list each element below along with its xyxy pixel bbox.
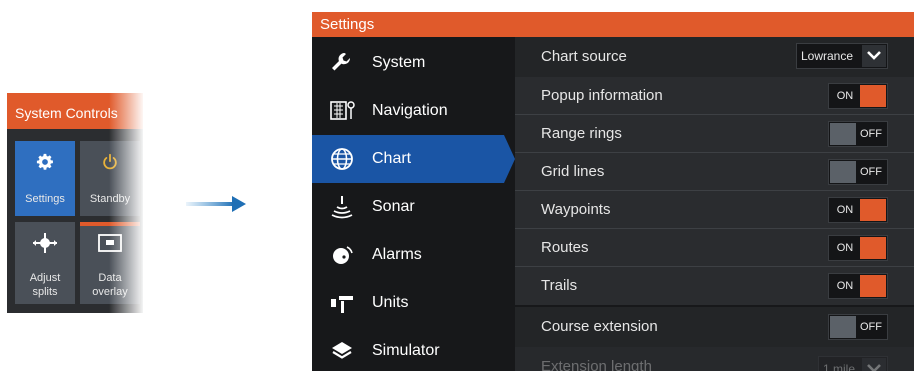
sidebar-label-system: System: [372, 54, 426, 71]
sidebar-label-navigation: Navigation: [372, 102, 448, 119]
adjust-splits-tile[interactable]: Adjust splits: [15, 222, 75, 304]
course-extension-row: Course extension OFF: [515, 305, 914, 347]
gear-icon: [36, 153, 53, 170]
sonar-icon: [331, 196, 353, 219]
popup-information-row: Popup information ON: [515, 77, 914, 115]
trails-toggle[interactable]: ON: [828, 273, 888, 299]
chart-source-dropdown[interactable]: Lowrance: [796, 43, 888, 69]
popup-information-toggle[interactable]: ON: [828, 83, 888, 109]
popup-information-label: Popup information: [541, 87, 663, 104]
toggle-knob: [830, 161, 856, 183]
extension-length-row: Extension length 1 mile: [515, 347, 914, 371]
settings-title: Settings: [312, 12, 914, 37]
globe-icon: [331, 148, 353, 170]
sidebar-item-chart[interactable]: Chart: [312, 135, 515, 183]
toggle-state-text: ON: [836, 90, 854, 102]
right-arrow-icon: [186, 196, 246, 212]
trails-label: Trails: [541, 277, 578, 294]
trails-row: Trails ON: [515, 267, 914, 305]
sidebar-item-alarms[interactable]: Alarms: [312, 231, 515, 279]
toggle-state-text: ON: [836, 280, 854, 292]
routes-label: Routes: [541, 239, 589, 256]
chart-source-label: Chart source: [541, 48, 627, 65]
grid-lines-toggle[interactable]: OFF: [828, 159, 888, 185]
extension-length-dropdown[interactable]: 1 mile: [818, 356, 888, 371]
sidebar-label-alarms: Alarms: [372, 246, 422, 263]
standby-tile[interactable]: Standby: [80, 141, 140, 216]
wrench-icon: [332, 53, 351, 71]
system-controls-title: System Controls: [7, 93, 143, 129]
toggle-knob: [830, 123, 856, 145]
adjust-splits-label-2: splits: [32, 286, 58, 298]
waypoints-toggle[interactable]: ON: [828, 197, 888, 223]
waypoints-row: Waypoints ON: [515, 191, 914, 229]
toggle-state-text: OFF: [860, 166, 882, 178]
settings-window: Settings System Navigation Chart Sonar A…: [312, 12, 914, 371]
chevron-down-icon: [862, 45, 886, 67]
adjust-splits-icon: [33, 233, 57, 253]
routes-row: Routes ON: [515, 229, 914, 267]
chevron-down-icon: [862, 358, 886, 371]
sidebar-item-navigation[interactable]: Navigation: [312, 87, 515, 135]
sidebar-label-simulator: Simulator: [372, 342, 440, 359]
navigation-icon: [330, 101, 355, 120]
toggle-state-text: OFF: [860, 321, 882, 333]
data-overlay-label-2: overlay: [92, 286, 128, 298]
sidebar-label-chart: Chart: [372, 150, 412, 167]
waypoints-label: Waypoints: [541, 201, 611, 218]
range-rings-label: Range rings: [541, 125, 622, 142]
units-icon: [331, 296, 353, 313]
chart-source-row: Chart source Lowrance: [515, 37, 914, 77]
toggle-state-text: ON: [836, 242, 854, 254]
toggle-knob: [860, 85, 886, 107]
system-controls-panel: System Controls Settings Standby Adjust …: [7, 93, 143, 313]
extension-length-value: 1 mile: [823, 362, 856, 371]
settings-tile-label: Settings: [25, 193, 65, 205]
data-overlay-icon: [98, 234, 122, 252]
grid-lines-row: Grid lines OFF: [515, 153, 914, 191]
routes-toggle[interactable]: ON: [828, 235, 888, 261]
data-overlay-label-1: Data: [98, 272, 122, 284]
sidebar-label-units: Units: [372, 294, 409, 311]
sidebar-item-system[interactable]: System: [312, 39, 515, 87]
sidebar-label-sonar: Sonar: [372, 198, 415, 215]
sidebar-item-sonar[interactable]: Sonar: [312, 183, 515, 231]
grid-lines-label: Grid lines: [541, 163, 605, 180]
toggle-knob: [860, 199, 886, 221]
toggle-knob: [860, 237, 886, 259]
range-rings-toggle[interactable]: OFF: [828, 121, 888, 147]
chart-settings-list: Chart source Lowrance Popup information …: [515, 37, 914, 371]
settings-sidebar: System Navigation Chart Sonar Alarms Uni…: [312, 37, 515, 371]
sidebar-item-simulator[interactable]: Simulator: [312, 327, 515, 371]
extension-length-label: Extension length: [541, 358, 652, 371]
range-rings-row: Range rings OFF: [515, 115, 914, 153]
toggle-knob: [830, 316, 856, 338]
standby-tile-label: Standby: [89, 193, 131, 205]
settings-tile[interactable]: Settings: [15, 141, 75, 216]
course-extension-toggle[interactable]: OFF: [828, 314, 888, 340]
power-icon: [103, 153, 117, 170]
data-overlay-tile[interactable]: Data overlay: [80, 222, 140, 304]
sidebar-item-units[interactable]: Units: [312, 279, 515, 327]
course-extension-label: Course extension: [541, 318, 658, 335]
toggle-state-text: ON: [836, 204, 854, 216]
chart-source-value: Lowrance: [801, 49, 854, 63]
toggle-state-text: OFF: [860, 128, 882, 140]
toggle-knob: [860, 275, 886, 297]
alarm-icon: [333, 246, 353, 264]
adjust-splits-label-1: Adjust: [29, 272, 61, 284]
layers-icon: [332, 342, 352, 359]
